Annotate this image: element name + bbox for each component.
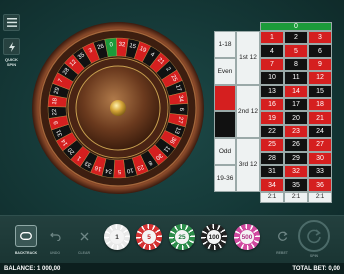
chip-5[interactable]: 5 — [136, 224, 162, 250]
bet-number-10[interactable]: 10 — [260, 71, 284, 85]
bet-high[interactable]: 19-36 — [214, 165, 236, 192]
quick-spin-button[interactable] — [3, 38, 20, 55]
balance-text: BALANCE: 1 000,00 — [4, 265, 61, 272]
bet-number-6[interactable]: 6 — [308, 44, 332, 58]
bet-number-7[interactable]: 7 — [260, 57, 284, 72]
rebet-button[interactable] — [272, 226, 292, 246]
chip-value: 1 — [109, 229, 125, 245]
rebet-icon — [277, 231, 288, 241]
bet-number-28[interactable]: 28 — [260, 151, 284, 165]
bet-number-14[interactable]: 14 — [284, 84, 308, 98]
bet-number-17[interactable]: 17 — [284, 98, 308, 112]
bet-column-3[interactable]: 2:1 — [308, 191, 332, 203]
bet-red[interactable] — [214, 84, 236, 112]
bet-number-19[interactable]: 19 — [260, 111, 284, 125]
chip-100[interactable]: 100 — [201, 224, 227, 250]
bet-number-13[interactable]: 13 — [260, 84, 284, 98]
bet-number-3[interactable]: 3 — [308, 31, 332, 45]
bet-number-11[interactable]: 11 — [284, 71, 308, 85]
bet-low[interactable]: 1-18 — [214, 31, 236, 58]
spin-button[interactable] — [298, 220, 330, 252]
bet-number-5[interactable]: 5 — [284, 44, 308, 58]
bet-number-16[interactable]: 16 — [260, 98, 284, 112]
chip-value: 500 — [239, 229, 255, 245]
bet-number-36[interactable]: 36 — [308, 178, 332, 192]
bet-dozen-1[interactable]: 1st 12 — [236, 31, 260, 85]
bet-number-27[interactable]: 27 — [308, 138, 332, 152]
lightning-icon — [8, 41, 15, 52]
bet-number-32[interactable]: 32 — [284, 165, 308, 179]
hamburger-icon — [6, 18, 17, 27]
bet-number-21[interactable]: 21 — [308, 111, 332, 125]
roulette-wheel: 0 32 15 19421225173462713361130823105241633… — [32, 22, 204, 194]
bet-column-1[interactable]: 2:1 — [260, 191, 284, 203]
chip-value: 5 — [141, 229, 157, 245]
roulette-game: QUICK SPIN 0 32 15 19 4 21 2 25 17 34 6 27 13 36 11 30 8… — [0, 0, 344, 274]
bet-even[interactable]: Even — [214, 57, 236, 85]
backtrack-label: BACKTRACK — [14, 251, 38, 255]
bet-number-18[interactable]: 18 — [308, 98, 332, 112]
bet-odd[interactable]: Odd — [214, 138, 236, 165]
wheel-pocket-number: 18 — [52, 97, 59, 105]
undo-button[interactable] — [45, 226, 65, 246]
bet-dozen-3[interactable]: 3rd 12 — [236, 138, 260, 192]
chip-value: 25 — [174, 229, 190, 245]
clear-button[interactable] — [74, 226, 94, 246]
menu-button[interactable] — [3, 14, 20, 31]
wheel-turret — [110, 100, 126, 116]
bet-number-12[interactable]: 12 — [308, 71, 332, 85]
bet-dozen-2[interactable]: 2nd 12 — [236, 84, 260, 139]
quick-spin-label: QUICK SPIN — [5, 57, 18, 67]
wheel-pocket-number: 32 — [118, 42, 126, 48]
control-bar: BACKTRACK UNDO CLEAR 1 5 25 100 500 REBET — [0, 215, 344, 263]
bet-number-22[interactable]: 22 — [260, 124, 284, 139]
bet-number-25[interactable]: 25 — [260, 138, 284, 152]
bet-number-2[interactable]: 2 — [284, 31, 308, 45]
bet-number-34[interactable]: 34 — [260, 178, 284, 192]
undo-icon — [49, 232, 61, 241]
spin-label: SPIN — [309, 254, 319, 258]
total-bet-text: TOTAL BET: 0,00 — [292, 265, 340, 272]
rebet-label: REBET — [276, 251, 288, 255]
bet-number-35[interactable]: 35 — [284, 178, 308, 192]
wheel-pocket-number: 22 — [52, 108, 58, 116]
bet-number-23[interactable]: 23 — [284, 124, 308, 139]
bet-number-4[interactable]: 4 — [260, 44, 284, 58]
undo-label: UNDO — [49, 251, 61, 255]
backtrack-icon — [20, 232, 32, 240]
chip-value: 100 — [206, 229, 222, 245]
bet-number-30[interactable]: 30 — [308, 151, 332, 165]
chip-1[interactable]: 1 — [104, 224, 130, 250]
clear-label: CLEAR — [77, 251, 91, 255]
status-bar: BALANCE: 1 000,00 TOTAL BET: 0,00 — [0, 263, 344, 274]
close-icon — [80, 232, 88, 240]
chip-500[interactable]: 500 — [234, 224, 260, 250]
bet-number-33[interactable]: 33 — [308, 165, 332, 179]
bet-number-9[interactable]: 9 — [308, 57, 332, 72]
spin-icon — [307, 229, 321, 244]
bet-number-29[interactable]: 29 — [284, 151, 308, 165]
bet-number-26[interactable]: 26 — [284, 138, 308, 152]
chip-25[interactable]: 25 — [169, 224, 195, 250]
bet-black[interactable] — [214, 111, 236, 139]
bet-column-2[interactable]: 2:1 — [284, 191, 308, 203]
bet-number-31[interactable]: 31 — [260, 165, 284, 179]
bet-number-24[interactable]: 24 — [308, 124, 332, 139]
bet-number-8[interactable]: 8 — [284, 57, 308, 72]
bet-number-20[interactable]: 20 — [284, 111, 308, 125]
backtrack-button[interactable] — [15, 225, 37, 247]
bet-number-15[interactable]: 15 — [308, 84, 332, 98]
bet-number-1[interactable]: 1 — [260, 31, 284, 45]
bet-zero[interactable]: 0 — [260, 22, 332, 31]
